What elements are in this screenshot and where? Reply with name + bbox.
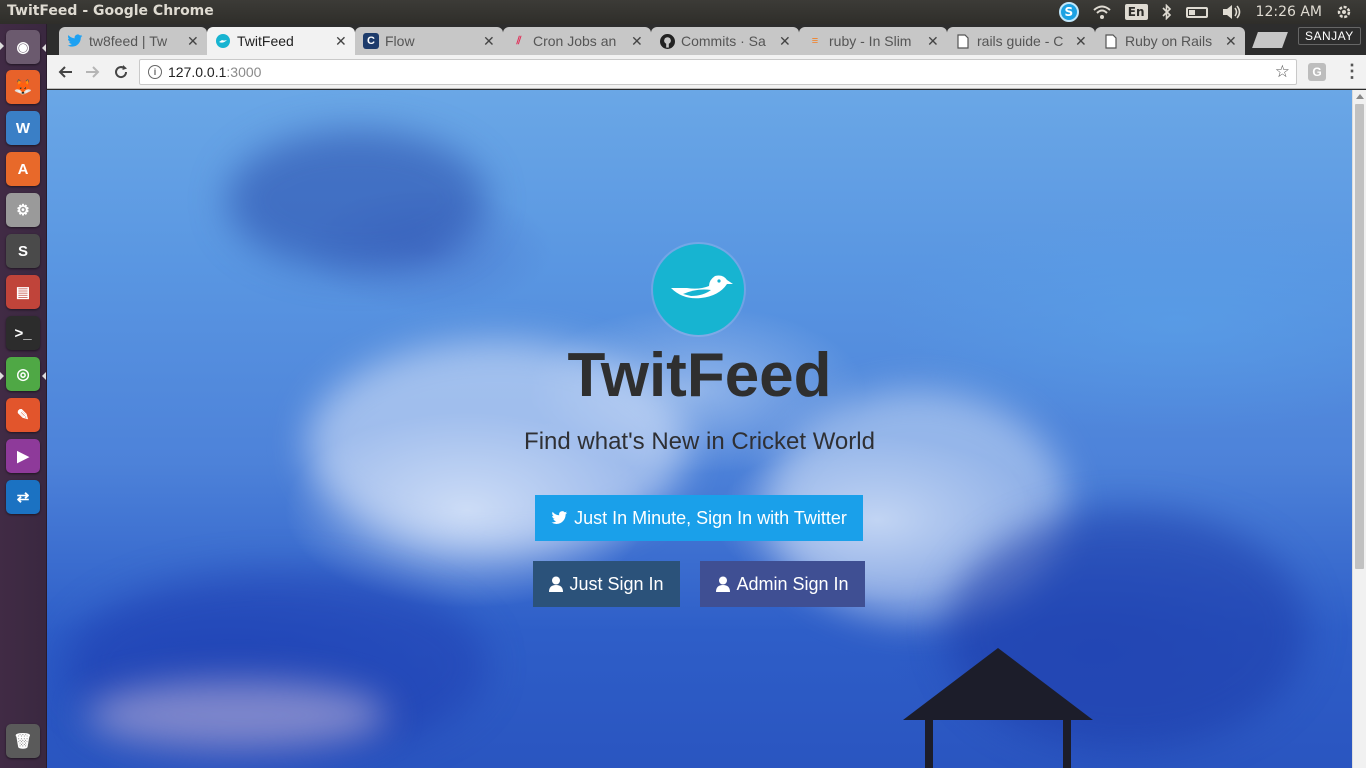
cron-icon: ⫽ <box>516 34 522 47</box>
running-indicator <box>0 42 4 50</box>
user-icon <box>549 576 564 592</box>
new-tab-button[interactable] <box>1252 32 1288 48</box>
trash-icon[interactable]: 🗑 <box>6 724 40 758</box>
close-icon[interactable]: ✕ <box>335 33 347 50</box>
close-icon[interactable]: ✕ <box>1075 33 1087 50</box>
page-scrollbar[interactable] <box>1352 90 1366 768</box>
twitter-icon <box>67 33 83 49</box>
files-icon[interactable]: ▤ <box>6 275 40 309</box>
brand-title: TwitFeed <box>567 341 832 410</box>
battery-icon[interactable] <box>1185 6 1208 18</box>
firefox-icon[interactable]: 🦊 <box>6 70 40 104</box>
skype-icon[interactable]: S <box>1058 2 1079 22</box>
scrollbar-thumb[interactable] <box>1355 104 1364 569</box>
close-icon[interactable]: ✕ <box>483 33 495 50</box>
profile-button[interactable]: SANJAY <box>1298 27 1361 45</box>
close-icon[interactable]: ✕ <box>631 33 643 50</box>
tagline: Find what's New in Cricket World <box>524 428 875 455</box>
hero-section: TwitFeed Find what's New in Cricket Worl… <box>47 90 1352 768</box>
grammarly-extension-icon[interactable]: G <box>1308 63 1326 81</box>
video-app-icon[interactable]: ▶ <box>6 439 40 473</box>
admin-sign-in-button[interactable]: Admin Sign In <box>700 561 865 607</box>
flow-icon: C <box>363 33 379 49</box>
document-icon <box>955 33 971 49</box>
browser-tab-strip: tw8feed | Tw ✕ TwitFeed ✕ C Flow ✕ ⫽ Cro… <box>47 24 1366 55</box>
sublime-text-icon[interactable]: S <box>6 234 40 268</box>
back-arrow-icon[interactable] <box>54 61 76 83</box>
twitfeed-bird-logo-icon <box>653 244 744 335</box>
close-icon[interactable]: ✕ <box>187 33 199 50</box>
terminal-icon[interactable]: >_ <box>6 316 40 350</box>
window-title: TwitFeed - Google Chrome <box>7 3 214 19</box>
running-indicator <box>42 44 46 52</box>
twitter-icon <box>551 511 568 525</box>
scroll-up-arrow-icon[interactable] <box>1356 94 1364 99</box>
admin-sign-in-label: Admin Sign In <box>736 573 849 594</box>
teamviewer-icon[interactable]: ⇄ <box>6 480 40 514</box>
sign-in-with-twitter-label: Just In Minute, Sign In with Twitter <box>574 507 847 528</box>
tab-rails-guide[interactable]: rails guide - C ✕ <box>947 27 1095 55</box>
keyboard-layout-indicator[interactable]: En <box>1124 4 1148 20</box>
system-tray: S En 12:26 AM <box>1058 0 1366 24</box>
tab-ruby-on-rails[interactable]: Ruby on Rails ✕ <box>1095 27 1245 55</box>
user-icon <box>716 576 731 592</box>
power-gear-icon[interactable] <box>1336 4 1352 20</box>
just-sign-in-button[interactable]: Just Sign In <box>533 561 680 607</box>
reload-icon[interactable] <box>110 61 132 83</box>
software-center-icon[interactable]: A <box>6 152 40 186</box>
url-text: 127.0.0.1:3000 <box>168 64 262 80</box>
chrome-icon[interactable]: ◎ <box>6 357 40 391</box>
tab-ruby-slim[interactable]: ≡ ruby - In Slim ✕ <box>799 27 947 55</box>
close-icon[interactable]: ✕ <box>779 33 791 50</box>
tab-flow[interactable]: C Flow ✕ <box>355 27 503 55</box>
chrome-menu-icon[interactable]: ⋮ <box>1343 61 1361 82</box>
sign-in-with-twitter-button[interactable]: Just In Minute, Sign In with Twitter <box>535 495 863 541</box>
tab-tw8feed[interactable]: tw8feed | Tw ✕ <box>59 27 207 55</box>
forward-arrow-icon[interactable] <box>82 61 104 83</box>
tab-commits[interactable]: Commits · Sa ✕ <box>651 27 799 55</box>
pencil-app-icon[interactable]: ✎ <box>6 398 40 432</box>
volume-icon[interactable] <box>1222 4 1242 20</box>
close-icon[interactable]: ✕ <box>927 33 939 50</box>
info-icon[interactable]: i <box>148 65 162 79</box>
system-settings-icon[interactable]: ⚙ <box>6 193 40 227</box>
running-indicator <box>0 372 4 380</box>
just-sign-in-label: Just Sign In <box>569 573 664 594</box>
address-bar[interactable]: i 127.0.0.1:3000 ☆ <box>139 59 1297 85</box>
stackoverflow-icon: ≡ <box>811 35 819 47</box>
bookmark-star-icon[interactable]: ☆ <box>1275 62 1290 82</box>
libreoffice-writer-icon[interactable]: W <box>6 111 40 145</box>
dash-icon[interactable]: ◉ <box>6 30 40 64</box>
running-indicator <box>42 372 46 380</box>
wifi-icon[interactable] <box>1093 5 1111 19</box>
landing-page: TwitFeed Find what's New in Cricket Worl… <box>47 90 1352 768</box>
tab-cron-jobs[interactable]: ⫽ Cron Jobs an ✕ <box>503 27 651 55</box>
tab-twitfeed[interactable]: TwitFeed ✕ <box>207 27 355 55</box>
system-top-panel: TwitFeed - Google Chrome S En 12:26 AM <box>0 0 1366 24</box>
close-icon[interactable]: ✕ <box>1225 33 1237 50</box>
bluetooth-icon[interactable] <box>1161 4 1172 20</box>
unity-launcher: ◉ 🦊 W A ⚙ S ▤ >_ ◎ ✎ ▶ ⇄ 🗑 <box>0 24 47 768</box>
document-icon <box>1103 33 1119 49</box>
twitfeed-icon <box>215 33 231 49</box>
browser-toolbar: i 127.0.0.1:3000 ☆ G ⋮ <box>47 55 1366 89</box>
github-icon <box>659 33 675 49</box>
clock[interactable]: 12:26 AM <box>1256 4 1322 20</box>
